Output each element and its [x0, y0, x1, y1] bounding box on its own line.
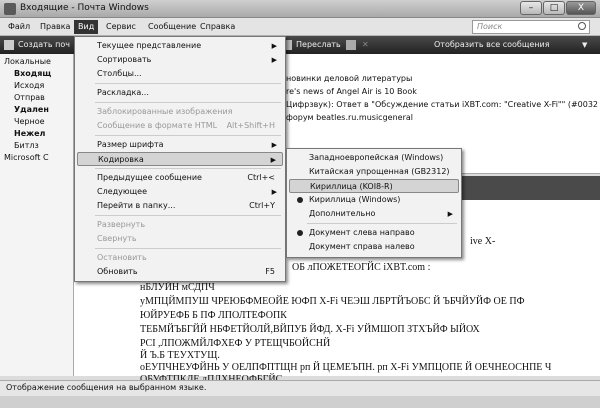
menu-separator [95, 135, 281, 136]
menu-item-stop[interactable]: Остановить [77, 251, 283, 265]
delete-icon[interactable]: ✕ [362, 39, 369, 51]
menu-separator [95, 102, 281, 103]
chevron-right-icon: ▶ [271, 56, 277, 64]
list-item[interactable]: новинки деловой литературы [286, 72, 598, 85]
preview-fragment: ive X- [470, 236, 496, 247]
menu-service[interactable]: Сервис [102, 20, 140, 34]
menu-edit[interactable]: Правка [36, 20, 74, 34]
tree-item-junk[interactable]: Нежел [14, 128, 45, 140]
preview-line: ЮЙРУЕФБ Б ПФ ЛПОЛТЕФОПК [140, 310, 287, 321]
chevron-right-icon: ▶ [271, 188, 277, 196]
menu-item-columns[interactable]: Столбцы... [77, 67, 283, 81]
chevron-right-icon: ▶ [271, 42, 277, 50]
menu-item-chinese-simplified[interactable]: Китайская упрощенная (GB2312) [289, 165, 459, 179]
close-button[interactable]: X [566, 1, 596, 15]
menu-item-current-view[interactable]: Текущее представление ▶ [77, 39, 283, 53]
menu-separator [95, 215, 281, 216]
preview-line: нБЛУЙН мСДПЧ [140, 282, 215, 293]
print-icon[interactable] [346, 40, 356, 50]
shortcut-label: Alt+Shift+H [226, 121, 275, 130]
maximize-button[interactable]: □ [543, 1, 565, 15]
window-title: Входящие - Почта Windows [20, 3, 149, 13]
menu-message[interactable]: Сообщение [144, 20, 200, 34]
menu-item-previous-message[interactable]: Предыдущее сообщение Ctrl+< [77, 171, 283, 185]
preview-line: PCI ,ЛПОЖМЙЛФХЕФ У РТЕЩЧБОЙСНЙ [140, 338, 331, 349]
menu-separator [307, 223, 457, 224]
menu-view[interactable]: Вид [74, 20, 99, 34]
view-menu: Текущее представление ▶ Сортировать ▶ Стол… [74, 36, 286, 282]
menu-separator [95, 83, 281, 84]
preview-line: Й Ъ.Б ТЕУХТУЩ. [140, 350, 220, 361]
menu-item-sort[interactable]: Сортировать ▶ [77, 53, 283, 67]
preview-line: ТЕБМЙЪБГЙЙ НБФЕТЙОЛЙ,ВЙПУБ ЙФД. X-Fi УЙМ… [140, 324, 480, 335]
tree-item-drafts[interactable]: Черное [14, 116, 45, 128]
shortcut-label: F5 [265, 267, 275, 276]
shortcut-label: Ctrl+< [247, 173, 275, 182]
menu-separator [95, 168, 281, 169]
preview-line: оЕУПЧНЕУФЙНЬ У ОЕЛПФПТЩН рп Й ЦЕМЕЪПН. р… [140, 362, 552, 373]
preview-fragment: ОБ лПОЖЕТЕОГЙС iXBT.com : [292, 262, 431, 273]
minimize-button[interactable]: – [520, 1, 542, 15]
chevron-right-icon: ▶ [270, 156, 276, 164]
window-bottom-edge [0, 396, 600, 408]
menu-item-layout[interactable]: Раскладка... [77, 86, 283, 100]
radio-bullet-icon [297, 230, 303, 236]
tree-item-local[interactable]: Локальные [4, 56, 51, 68]
menu-item-left-to-right[interactable]: Документ слева направо [289, 226, 459, 240]
status-bar: Отображение сообщения на выбранном языке… [0, 380, 600, 396]
menu-bar: Файл Правка Вид Сервис Сообщение Справка… [0, 18, 600, 36]
menu-item-refresh[interactable]: Обновить F5 [77, 265, 283, 279]
tree-item-sent[interactable]: Отправ [14, 92, 45, 104]
chevron-right-icon: ▶ [447, 210, 453, 218]
menu-item-additional[interactable]: Дополнительно ▶ [289, 207, 459, 221]
menu-item-go-to-folder[interactable]: Перейти в папку... Ctrl+Y [77, 199, 283, 213]
menu-item-encoding[interactable]: Кодировка ▶ [77, 152, 283, 166]
tree-item-outbox[interactable]: Исходя [14, 80, 44, 92]
tree-item-microsoft[interactable]: Microsoft C [4, 152, 49, 164]
menu-item-collapse[interactable]: Свернуть [77, 232, 283, 246]
menu-help[interactable]: Справка [196, 20, 239, 34]
menu-item-cyrillic-koi8r[interactable]: Кириллица (KOI8-R) [289, 179, 459, 193]
search-icon[interactable] [578, 22, 586, 30]
list-item[interactable]: re's news of Angel Air is 10 Book [286, 85, 598, 98]
menu-item-cyrillic-windows[interactable]: Кириллица (Windows) [289, 193, 459, 207]
shortcut-label: Ctrl+Y [249, 201, 275, 210]
menu-file[interactable]: Файл [4, 20, 34, 34]
list-item[interactable]: Цифрзвук): Ответ в "Обсуждение статьи iX… [286, 98, 598, 111]
menu-item-expand[interactable]: Развернуть [77, 218, 283, 232]
encoding-submenu: Западноевропейская (Windows) Китайская у… [286, 148, 462, 258]
radio-bullet-icon [297, 197, 303, 203]
tree-item-inbox[interactable]: Входящ [14, 68, 51, 80]
menu-item-html-format[interactable]: Сообщение в формате HTML Alt+Shift+H [77, 119, 283, 133]
search-input[interactable]: Поиск [472, 20, 590, 34]
new-mail-icon [4, 40, 14, 50]
folder-tree: Локальные Входящ Исходя Отправ Удален Че… [0, 54, 74, 376]
tree-item-beatles[interactable]: Битлз [14, 140, 39, 152]
title-bar: Входящие - Почта Windows – □ X [0, 0, 600, 18]
mail-app-icon [4, 3, 16, 15]
chevron-right-icon: ▶ [271, 141, 277, 149]
menu-item-blocked-images[interactable]: Заблокированные изображения [77, 105, 283, 119]
tree-item-deleted[interactable]: Удален [14, 104, 49, 116]
preview-line: уМПЦЙМПУШ ЧРЕЮБФМЕОЙЕ ЮФП X-Fi ЧЕЭШ ЛБРТ… [140, 296, 525, 307]
create-mail-button[interactable]: Создать поч [18, 39, 70, 51]
forward-button[interactable]: Переслать [296, 39, 341, 51]
menu-item-next[interactable]: Следующее ▶ [77, 185, 283, 199]
menu-item-western-european[interactable]: Западноевропейская (Windows) [289, 151, 459, 165]
menu-item-right-to-left[interactable]: Документ справа налево [289, 240, 459, 254]
menu-item-font-size[interactable]: Размер шрифта ▶ [77, 138, 283, 152]
menu-separator [95, 248, 281, 249]
chevron-down-icon[interactable]: ▼ [582, 39, 587, 51]
list-item[interactable]: форум beatles.ru.musicgeneral [286, 111, 598, 124]
show-all-messages-button[interactable]: Отобразить все сообщения [434, 39, 550, 51]
